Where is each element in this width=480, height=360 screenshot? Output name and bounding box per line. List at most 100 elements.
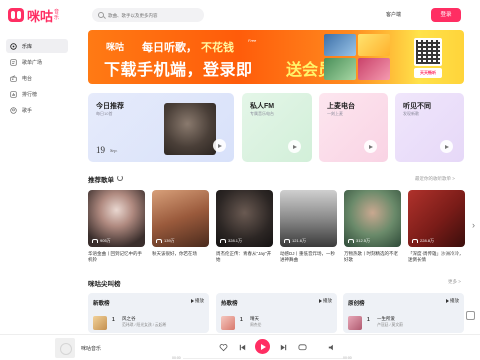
progress-bar[interactable]	[183, 358, 343, 359]
logo-mark-icon	[8, 8, 24, 22]
playlist-cover-image: 228.8万	[408, 190, 465, 247]
main-play-button[interactable]	[255, 339, 270, 354]
sidebar-item-ranking[interactable]: 排行榜	[6, 87, 68, 101]
playlist-cover-image: 312.5万	[344, 190, 401, 247]
card-cover-image	[164, 103, 216, 155]
playlist-title: 动感DJ丨重低音炸场，一秒进神舞曲	[280, 251, 335, 262]
playlist-cover-image: 121.6万	[280, 190, 337, 247]
playlist-card[interactable]: 905万 华语金曲丨回到记忆中的手机铃	[88, 190, 145, 263]
now-playing-cover-icon[interactable]	[55, 338, 75, 358]
playlist-card[interactable]: 328.1万 周杰伦正传：青春从"Jay"开始	[216, 190, 273, 263]
feedback-icon[interactable]	[466, 311, 475, 320]
like-icon[interactable]	[217, 341, 229, 353]
banner-highlight-1: 不花钱	[201, 42, 234, 54]
play-count: 328.1万	[220, 238, 242, 244]
play-icon[interactable]	[364, 140, 377, 153]
play-icon	[190, 299, 194, 303]
playlists-more-link[interactable]: 最近你的收听歌单 >	[415, 176, 455, 182]
sidebar-item-singer[interactable]: 歌手	[6, 103, 68, 117]
playlist-cover-image: 139万	[152, 190, 209, 247]
chart-song-artist[interactable]: 周杰伦	[250, 323, 261, 328]
sidebar-item-playlist-square[interactable]: 歌单广场	[6, 55, 68, 69]
radio-icon	[10, 74, 17, 82]
section-title-charts: 咪咕尖叫榜	[88, 281, 121, 288]
playlist-cover-image: 328.1万	[216, 190, 273, 247]
search-icon	[98, 12, 104, 18]
playlist-title: 华语金曲丨回到记忆中的手机铃	[88, 251, 142, 262]
chart-song-title[interactable]: 风之谷	[122, 316, 136, 322]
login-button[interactable]: 登录	[431, 8, 461, 22]
card-title: 听见不同	[403, 103, 431, 110]
chart-rank: 1	[367, 317, 370, 323]
banner-headline-1: 每日听歌，	[142, 42, 197, 54]
chart-card-hot-songs[interactable]: 热歌榜 播放 1 晴天 周杰伦	[216, 293, 337, 333]
playlist-title: 周杰伦正传：青春从"Jay"开始	[216, 251, 272, 262]
playlist-card[interactable]: 121.6万 动感DJ丨重低音炸场，一秒进神舞曲	[280, 190, 337, 263]
play-count: 228.8万	[412, 238, 434, 244]
chart-play-button[interactable]: 播放	[190, 298, 204, 304]
comment-icon[interactable]	[296, 341, 308, 353]
previous-track-icon[interactable]	[236, 341, 248, 353]
chart-song-artist[interactable]: 范玮琪 / 阳光女孩 / 云起希	[122, 323, 166, 328]
chart-name: 新歌榜	[93, 301, 110, 307]
sidebar-item-label: 排行榜	[22, 91, 38, 98]
card-hear-different[interactable]: 听见不同 发现新歌	[395, 93, 464, 162]
volume-icon[interactable]	[325, 341, 337, 353]
playlist-title: 「深度·周传雄」沙洲冷冷，迷倒长情	[408, 251, 464, 262]
play-icon	[445, 299, 449, 303]
chart-play-button[interactable]: 播放	[318, 298, 332, 304]
playlist-title: 万物热歌丨时刻精选的不老好歌	[344, 251, 398, 262]
card-subtitle: 专属音乐电台	[250, 111, 274, 116]
card-title: 上麦电台	[327, 103, 355, 110]
chart-song-title[interactable]: 一生所爱	[377, 316, 395, 322]
playlist-title: 秋天该很好，你若在场	[152, 251, 197, 256]
banner-phone-image	[358, 58, 390, 80]
playlist-card[interactable]: 139万 秋天该很好，你若在场	[152, 190, 209, 257]
card-daily-recommend[interactable]: 今日推荐 每日10首 19 Sep.	[88, 93, 234, 162]
card-mic-radio[interactable]: 上麦电台 一刻上麦	[319, 93, 388, 162]
refresh-icon[interactable]	[117, 175, 123, 181]
chevron-right-icon[interactable]: ›	[469, 218, 478, 232]
playlist-square-icon	[10, 58, 17, 66]
playlist-card[interactable]: 312.5万 万物热歌丨时刻精选的不老好歌	[344, 190, 401, 263]
banner-headline-2: 下载手机端，登录即	[104, 62, 253, 79]
chart-card-new-songs[interactable]: 新歌榜 播放 1 风之谷 范玮琪 / 阳光女孩 / 云起希	[88, 293, 209, 333]
play-icon[interactable]	[213, 139, 226, 152]
search-box[interactable]	[92, 8, 204, 22]
play-count: 121.6万	[284, 238, 306, 244]
promo-banner[interactable]: 咪咕 每日听歌， 不花钱 Free 下载手机端，登录即 送会员 天天畅听	[88, 30, 464, 84]
qr-code-icon	[414, 38, 442, 66]
sidebar-item-label: 歌单广场	[22, 59, 43, 66]
singer-icon	[10, 106, 17, 114]
current-time: 00:00	[172, 356, 181, 360]
playlist-card[interactable]: 228.8万 「深度·周传雄」沙洲冷冷，迷倒长情	[408, 190, 465, 263]
chart-song-artist[interactable]: 卢冠廷 / 莫文蔚	[377, 323, 403, 328]
chart-card-original[interactable]: 原创榜 播放 1 一生所爱 卢冠廷 / 莫文蔚	[343, 293, 464, 333]
chart-rank: 1	[240, 317, 243, 323]
logo-text: 咪咕	[27, 8, 54, 24]
chart-song-title[interactable]: 晴天	[250, 316, 259, 322]
search-input[interactable]	[108, 12, 203, 18]
play-icon[interactable]	[440, 140, 453, 153]
playlist-cover-image: 905万	[88, 190, 145, 247]
next-track-icon[interactable]	[277, 341, 289, 353]
chart-name: 原创榜	[348, 301, 365, 307]
play-icon	[318, 299, 322, 303]
charts-more-link[interactable]: 更多 >	[448, 279, 461, 285]
app-logo[interactable]: 咪咕 音乐	[8, 7, 62, 24]
banner-free-tag: Free	[248, 38, 257, 43]
player-bar: 咪咕音乐 00:00 00:00	[0, 334, 480, 360]
banner-phone-image	[324, 58, 356, 80]
sidebar-item-library[interactable]: 乐库	[6, 39, 68, 53]
play-icon[interactable]	[288, 140, 301, 153]
ranking-icon	[10, 90, 17, 98]
chart-rank: 1	[112, 317, 115, 323]
client-download-link[interactable]: 客户端	[386, 11, 401, 18]
banner-phone-image	[324, 34, 356, 56]
chart-play-button[interactable]: 播放	[445, 298, 459, 304]
card-private-fm[interactable]: 私人FM 专属音乐电台	[242, 93, 312, 162]
play-count: 139万	[156, 238, 175, 244]
sidebar-item-radio[interactable]: 电台	[6, 71, 68, 85]
card-title: 今日推荐	[96, 103, 124, 110]
logo-subtext: 音乐	[54, 9, 60, 21]
